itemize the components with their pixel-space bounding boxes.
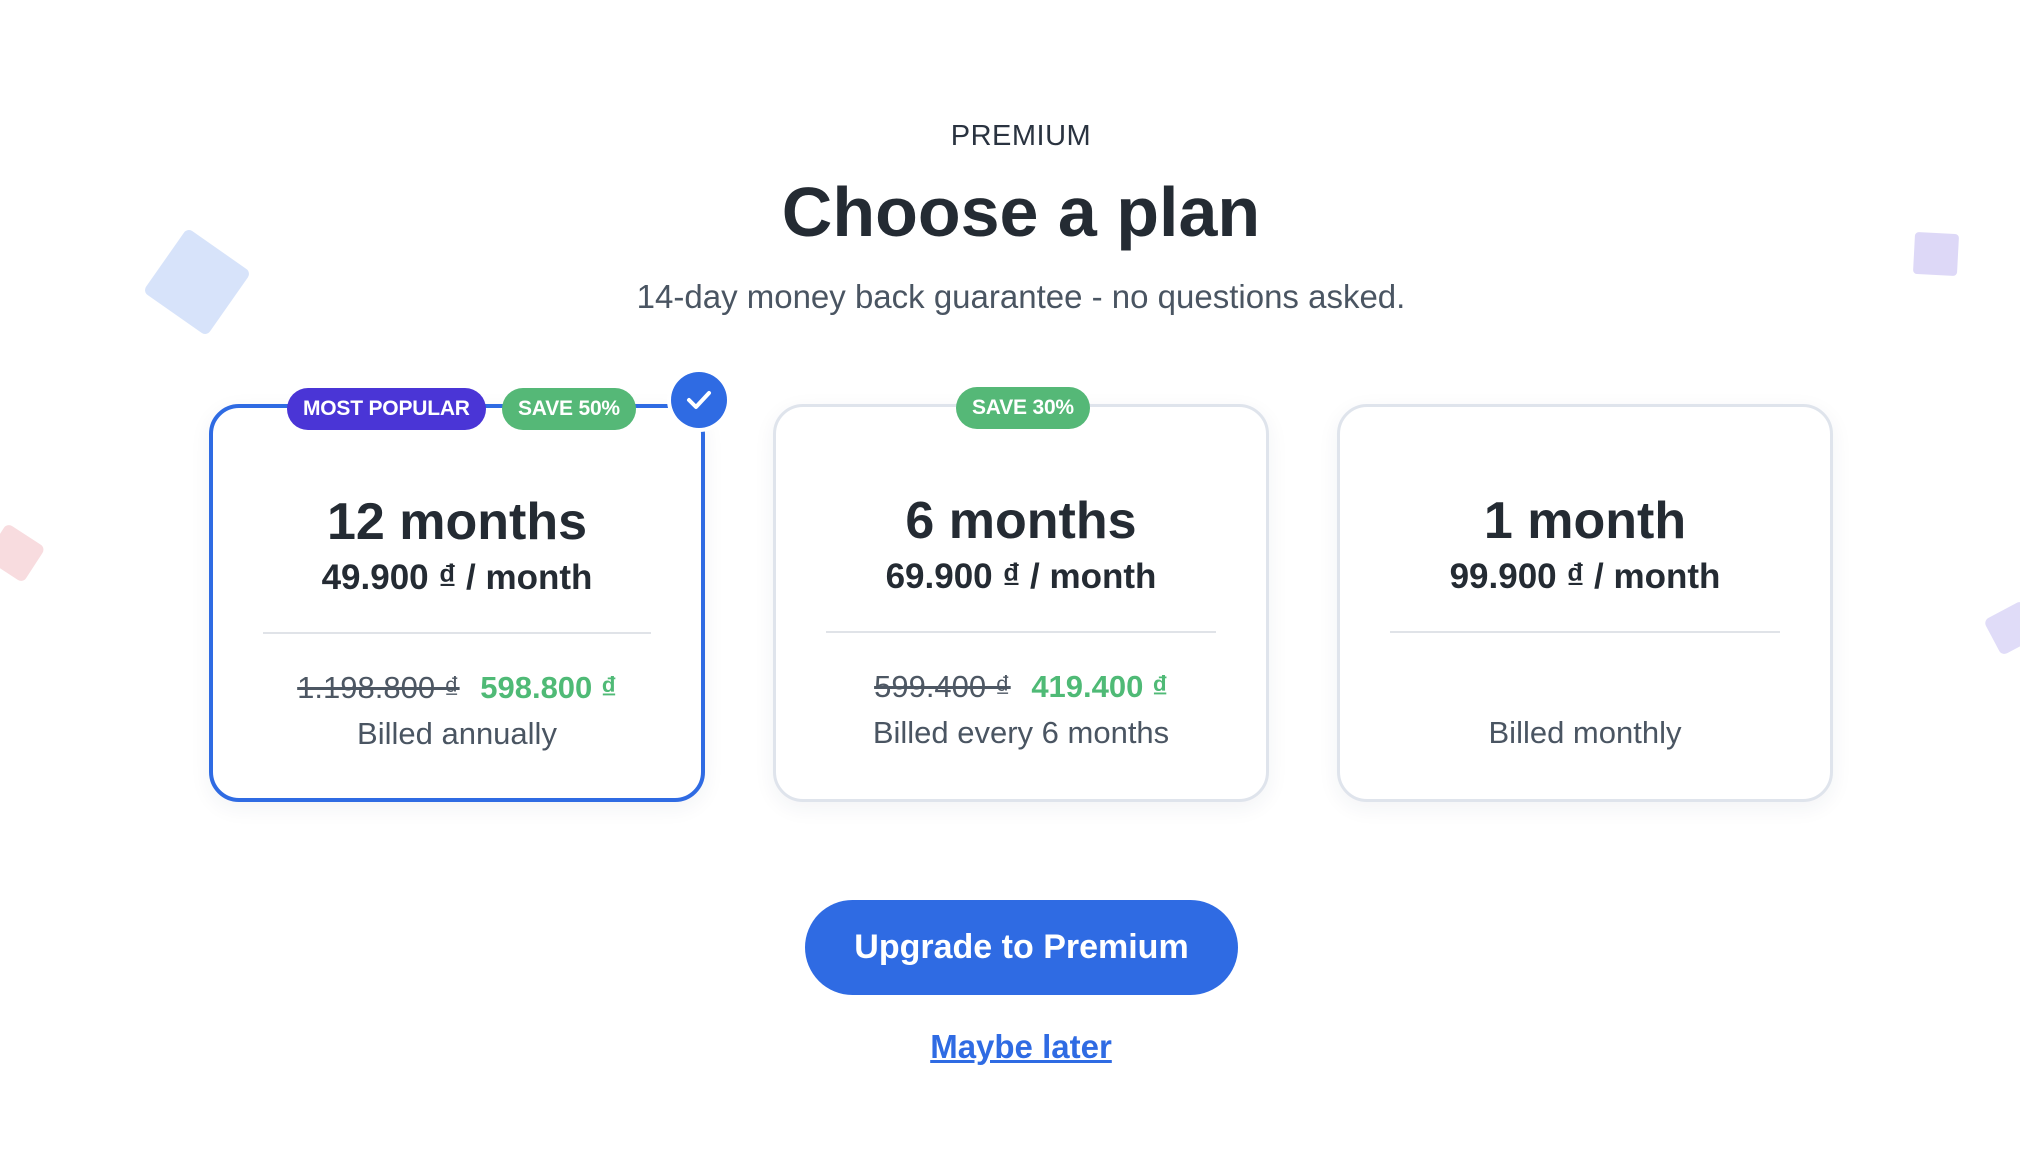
divider — [1390, 631, 1780, 633]
divider — [263, 632, 651, 634]
plan-monthly-price: 99.900 ₫ / month — [1449, 557, 1721, 596]
page-subtitle: 14-day money back guarantee - no questio… — [636, 278, 1406, 315]
plan-total-prices: 599.400 ₫ 419.400 ₫ — [776, 669, 1266, 705]
original-price: 599.400 ₫ — [874, 669, 1011, 704]
plan-duration: 12 months — [326, 493, 588, 551]
check-icon — [671, 372, 727, 428]
plan-total-prices: 1.198.800 ₫ 598.800 ₫ — [213, 670, 701, 706]
decorative-confetti-shape — [0, 522, 46, 584]
maybe-later-link[interactable]: Maybe later — [0, 1028, 2020, 1066]
save-badge: SAVE 50% — [502, 388, 636, 430]
plan-card-6-months[interactable]: SAVE 30% 6 months 69.900 ₫ / month 599.4… — [773, 387, 1269, 802]
discounted-price: 419.400 ₫ — [1031, 669, 1168, 704]
page-title: Choose a plan — [781, 173, 1261, 251]
upgrade-to-premium-button[interactable]: Upgrade to Premium — [805, 900, 1238, 995]
plan-duration: 1 month — [1483, 492, 1687, 550]
plan-card-1-month[interactable]: 1 month 99.900 ₫ / month Billed monthly — [1337, 404, 1833, 802]
decorative-confetti-shape — [1983, 600, 2020, 656]
billing-frequency: Billed monthly — [1488, 715, 1682, 750]
original-price: 1.198.800 ₫ — [297, 670, 460, 705]
billing-frequency: Billed every 6 months — [872, 715, 1170, 750]
billing-frequency: Billed annually — [357, 716, 557, 751]
divider — [826, 631, 1216, 633]
pricing-page: PREMIUM Choose a plan 14-day money back … — [0, 0, 2020, 1174]
section-eyebrow: PREMIUM — [950, 120, 1092, 152]
plan-monthly-price: 69.900 ₫ / month — [885, 557, 1157, 596]
save-badge: SAVE 30% — [956, 387, 1090, 429]
plan-card-12-months[interactable]: MOST POPULAR SAVE 50% 12 months 49.900 ₫… — [209, 372, 727, 802]
most-popular-badge: MOST POPULAR — [287, 388, 486, 430]
plan-monthly-price: 49.900 ₫ / month — [321, 558, 593, 597]
discounted-price: 598.800 ₫ — [480, 670, 617, 705]
plan-duration: 6 months — [905, 492, 1137, 550]
